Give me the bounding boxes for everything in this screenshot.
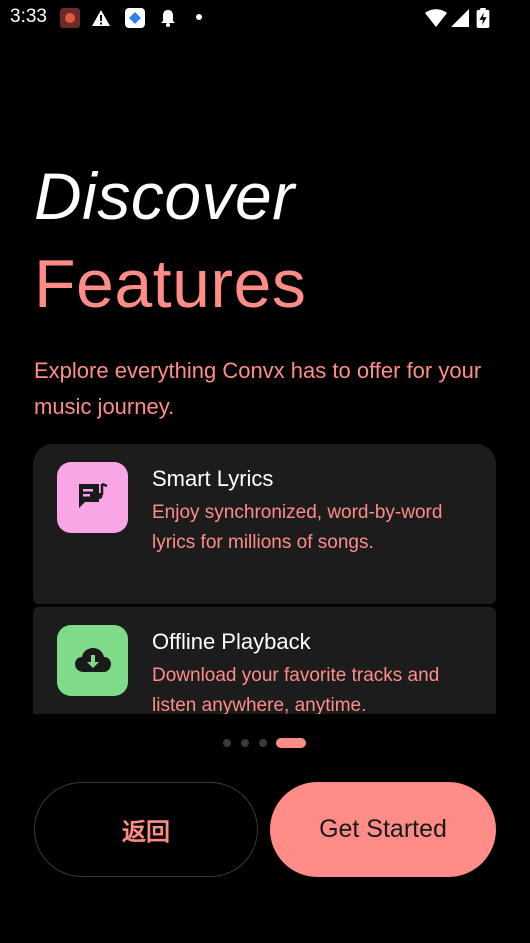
- feature-description: Download your favorite tracks and listen…: [152, 665, 440, 714]
- warning-icon: [92, 10, 110, 26]
- wifi-icon: [425, 9, 447, 27]
- more-dot-icon: [196, 14, 202, 20]
- battery-charging-icon: [476, 8, 490, 28]
- status-time: 3:33: [10, 6, 47, 27]
- headline-discover: Discover: [34, 159, 295, 233]
- app-notification-icon: [60, 8, 80, 28]
- page-dot: [241, 739, 249, 747]
- feature-list[interactable]: Smart Lyrics Enjoy synchronized, word-by…: [33, 444, 496, 714]
- subtitle: Explore everything Convx has to offer fo…: [34, 358, 482, 419]
- page-dot: [223, 739, 231, 747]
- feature-card-smart-lyrics: Smart Lyrics Enjoy synchronized, word-by…: [33, 444, 496, 604]
- page-dot-active: [276, 738, 306, 748]
- cloud-download-icon: [57, 625, 128, 696]
- feature-card-offline-playback: Offline Playback Download your favorite …: [33, 607, 496, 714]
- back-button[interactable]: 返回: [34, 782, 258, 877]
- feature-description: Enjoy synchronized, word-by-word lyrics …: [152, 502, 443, 553]
- feature-title: Smart Lyrics: [152, 466, 274, 491]
- signal-icon: [451, 9, 469, 27]
- page-dot: [259, 739, 267, 747]
- status-bar: 3:33: [0, 0, 530, 36]
- get-started-button[interactable]: Get Started: [270, 782, 496, 877]
- bell-icon: [161, 10, 175, 27]
- app-notification-icon: [125, 8, 145, 28]
- feature-title: Offline Playback: [152, 629, 311, 654]
- headline-features: Features: [34, 246, 307, 322]
- lyrics-icon: [57, 462, 128, 533]
